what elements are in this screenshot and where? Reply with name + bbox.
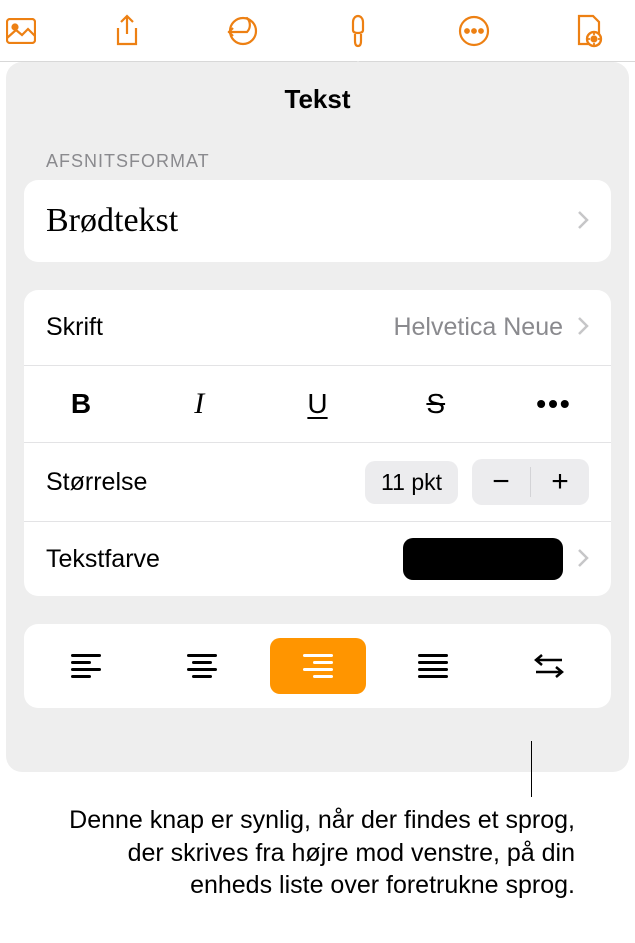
top-toolbar	[0, 0, 635, 62]
more-circle-icon[interactable]	[434, 0, 514, 62]
size-label: Størrelse	[46, 468, 365, 497]
callout-leader-line	[531, 741, 532, 797]
media-icon[interactable]	[6, 0, 52, 62]
font-card: Skrift Helvetica Neue B I U S ••• Større…	[24, 290, 611, 596]
chevron-right-icon	[577, 312, 589, 343]
text-direction-button[interactable]	[501, 638, 597, 694]
align-justify-button[interactable]	[385, 638, 481, 694]
font-value: Helvetica Neue	[393, 313, 563, 342]
section-label: AFSNITSFORMAT	[46, 151, 611, 172]
format-brush-icon[interactable]	[318, 0, 398, 62]
size-stepper: − +	[472, 459, 589, 505]
format-panel: Tekst AFSNITSFORMAT Brødtekst Skrift Hel…	[6, 62, 629, 772]
text-color-row[interactable]: Tekstfarve	[24, 521, 611, 596]
paragraph-style-row[interactable]: Brødtekst	[24, 180, 611, 262]
text-color-label: Tekstfarve	[46, 545, 403, 574]
italic-button[interactable]: I	[164, 382, 234, 426]
size-decrease-button[interactable]: −	[472, 459, 530, 505]
chevron-right-icon	[577, 206, 589, 237]
size-row: Størrelse 11 pkt − +	[24, 442, 611, 521]
strikethrough-button[interactable]: S	[401, 382, 471, 426]
document-icon[interactable]	[549, 0, 629, 62]
undo-icon[interactable]	[203, 0, 283, 62]
underline-button[interactable]: U	[283, 382, 353, 426]
size-value[interactable]: 11 pkt	[365, 461, 458, 504]
share-icon[interactable]	[87, 0, 167, 62]
align-right-button[interactable]	[270, 638, 366, 694]
callout-text: Denne knap er synlig, når der findes et …	[0, 800, 635, 902]
more-styles-button[interactable]: •••	[519, 382, 589, 426]
style-buttons-row: B I U S •••	[24, 365, 611, 442]
align-left-button[interactable]	[38, 638, 134, 694]
paragraph-style-value: Brødtekst	[46, 202, 577, 240]
color-swatch	[403, 538, 563, 580]
bold-button[interactable]: B	[46, 382, 116, 426]
font-row[interactable]: Skrift Helvetica Neue	[24, 290, 611, 365]
size-increase-button[interactable]: +	[531, 459, 589, 505]
alignment-card	[24, 624, 611, 708]
paragraph-style-card: Brødtekst	[24, 180, 611, 262]
font-label: Skrift	[46, 313, 393, 342]
panel-title: Tekst	[24, 84, 611, 115]
align-center-button[interactable]	[154, 638, 250, 694]
chevron-right-icon	[577, 544, 589, 575]
